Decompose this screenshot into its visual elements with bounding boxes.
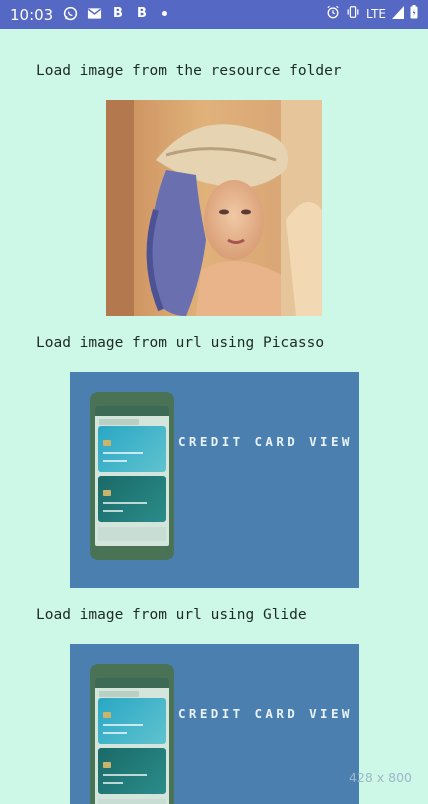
- battery-icon: [410, 5, 418, 23]
- credit-card-view-banner-picasso: CREDIT CARD VIEW: [70, 372, 359, 588]
- caption-picasso: Load image from url using Picasso: [36, 335, 325, 351]
- signal-icon: [392, 5, 404, 23]
- portrait-photo: [106, 100, 322, 316]
- network-type: LTE: [366, 7, 386, 21]
- credit-card-view-banner-glide: CREDIT CARD VIEW: [70, 644, 359, 804]
- gmail-icon: [86, 5, 102, 21]
- banner-title: CREDIT CARD VIEW: [178, 706, 353, 721]
- phone-mockup: [90, 392, 174, 560]
- banner-title: CREDIT CARD VIEW: [178, 434, 353, 449]
- alarm-icon: [326, 5, 340, 23]
- status-time: 10:03: [10, 6, 54, 24]
- phone-mockup: [90, 664, 174, 804]
- caption-resource: Load image from the resource folder: [36, 63, 342, 79]
- notification-dot-icon: [162, 10, 167, 16]
- status-bar: 10:03 B B LTE: [0, 0, 428, 29]
- system-icons: LTE: [326, 5, 418, 23]
- whatsapp-icon: [62, 5, 78, 21]
- vibrate-icon: [346, 5, 360, 23]
- notification-icons: B B: [62, 5, 167, 21]
- dimension-watermark: 428 x 800: [348, 770, 412, 785]
- caption-glide: Load image from url using Glide: [36, 607, 307, 623]
- b-app-icon: B: [137, 5, 147, 21]
- b-app-icon: B: [113, 5, 123, 21]
